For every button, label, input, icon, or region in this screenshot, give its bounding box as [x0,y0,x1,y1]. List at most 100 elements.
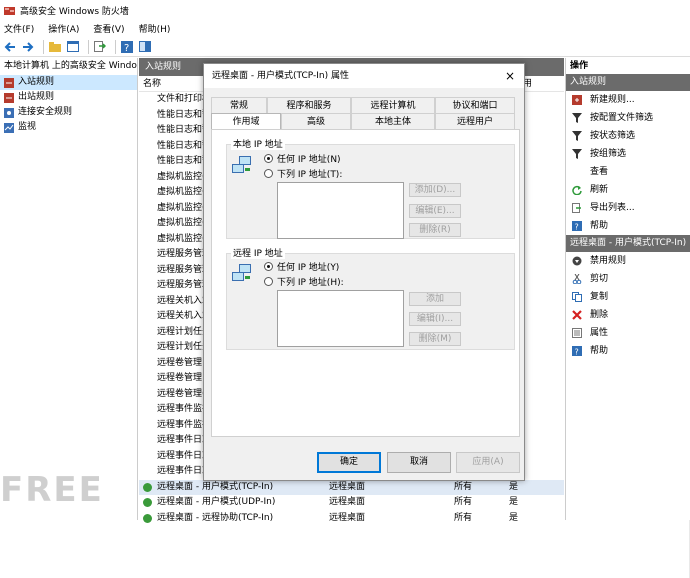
rule-group: 远程桌面 [329,481,366,492]
rule-row[interactable]: 远程桌面 - 用户模式(UDP-In) 远程桌面 所有 是 [139,495,564,511]
action-item[interactable]: 属性 [566,324,690,342]
menu-view[interactable]: 查看(V) [93,22,124,35]
action-item[interactable]: 按组筛选 [566,145,690,163]
monitoring-icon [4,122,14,133]
action-label: 导出列表... [590,203,635,213]
close-icon[interactable]: × [505,64,515,88]
action-item[interactable]: 剪切 [566,270,690,288]
remote-edit-button[interactable]: 编辑(I)... [409,312,461,326]
filter-icon [572,113,582,123]
remote-these-ip-radio[interactable]: 下列 IP 地址(H): [264,275,344,288]
action-item[interactable]: 刷新 [566,181,690,199]
tab-remote-users[interactable]: 远程用户 [435,113,515,129]
console-tree: 本地计算机 上的高级安全 Windo 入站规则 出站规则 连接安全规则 监视 [0,58,138,520]
action-item[interactable]: 查看 [566,163,690,181]
action-item[interactable]: 删除 [566,306,690,324]
action-item[interactable]: 禁用规则 [566,252,690,270]
new-rule-icon [572,95,582,105]
radio-empty-icon [264,277,273,286]
export-list-icon [572,203,581,213]
action-item[interactable]: ? 帮助 [566,342,690,360]
window-title: 高级安全 Windows 防火墙 [20,6,129,17]
local-edit-button[interactable]: 编辑(E)... [409,204,461,218]
apply-button[interactable]: 应用(A) [456,452,520,473]
menu-action[interactable]: 操作(A) [48,22,79,35]
local-ip-list[interactable] [277,182,404,239]
rule-enabled-icon [143,513,152,523]
local-add-button[interactable]: 添加(D)... [409,183,461,197]
local-remove-button[interactable]: 删除(R) [409,223,461,237]
action-item[interactable]: 按状态筛选 [566,127,690,145]
refresh-icon [572,185,582,195]
ok-button[interactable]: 确定 [317,452,381,473]
view-icon [572,167,582,177]
action-item[interactable]: 新建规则... [566,91,690,109]
actions-section-rule[interactable]: 远程桌面 - 用户模式(TCP-In) [566,235,690,252]
properties-icon [572,328,582,338]
tree-item-connection-security[interactable]: 连接安全规则 [0,105,137,120]
toolbar-divider [43,39,44,54]
actions-pane: 操作 入站规则 新建规则... 按配置文件筛选 按状态筛选 按组筛选 查看 刷新 导出列表.… [565,58,690,520]
export-icon[interactable] [93,40,107,54]
remote-ip-list[interactable] [277,290,404,347]
tab-remote-computers[interactable]: 远程计算机 [351,97,435,113]
action-label: 查看 [590,167,609,177]
tab-programs-services[interactable]: 程序和服务 [267,97,351,113]
rule-name: 远程桌面 - 用户模式(UDP-In) [157,497,276,507]
action-item[interactable]: ? 帮助 [566,217,690,235]
network-computers-icon [232,156,251,173]
rule-enabled: 是 [509,497,519,507]
tab-row-2: 作用域 高级 本地主体 远程用户 [211,113,515,129]
actions-section-inbound[interactable]: 入站规则 [566,74,690,91]
rule-name: 远程卷管理( [157,388,206,399]
remote-any-ip-radio[interactable]: 任何 IP 地址(Y) [264,260,339,273]
forward-arrow-icon[interactable] [21,40,35,54]
tab-scope[interactable]: 作用域 [211,113,281,129]
svg-text:?: ? [575,348,579,357]
rule-profile: 所有 [454,512,473,523]
rule-enabled: 是 [509,512,519,523]
help-icon: ? [572,221,582,231]
console-tree-icon[interactable] [66,40,80,54]
cancel-button[interactable]: 取消 [387,452,451,473]
title-bar: 高级安全 Windows 防火墙 [0,0,690,20]
action-item[interactable]: 复制 [566,288,690,306]
rule-group: 远程桌面 [329,512,366,523]
menu-help[interactable]: 帮助(H) [139,22,171,35]
tab-protocols-ports[interactable]: 协议和端口 [435,97,515,113]
disable-rule-icon [572,256,582,266]
action-label: 复制 [590,292,609,302]
local-any-ip-radio[interactable]: 任何 IP 地址(N) [264,152,341,165]
action-label: 新建规则... [590,95,635,105]
action-label: 属性 [590,328,609,338]
action-item[interactable]: 按配置文件筛选 [566,109,690,127]
show-hide-pane-icon[interactable] [138,40,152,54]
radio-empty-icon [264,169,273,178]
rule-row[interactable]: 远程桌面 - 用户模式(TCP-In) 远程桌面 所有 是 [139,479,564,495]
rule-name: 虚拟机监控( [157,187,206,197]
back-arrow-icon[interactable] [3,40,17,54]
tab-advanced[interactable]: 高级 [281,113,351,129]
tree-root[interactable]: 本地计算机 上的高级安全 Windo [0,58,137,75]
filter-icon [572,149,582,159]
tree-item-monitoring[interactable]: 监视 [0,120,137,135]
rule-row[interactable]: 远程桌面 - 远程协助(TCP-In) 远程桌面 所有 是 [139,511,564,527]
local-these-ip-radio[interactable]: 下列 IP 地址(T): [264,167,342,180]
help-icon[interactable]: ? [120,40,134,54]
tab-local-principals[interactable]: 本地主体 [351,113,435,129]
rule-enabled: 是 [509,481,519,492]
help-icon: ? [572,346,582,356]
remote-remove-button[interactable]: 删除(M) [409,332,461,346]
remote-add-button[interactable]: 添加 [409,292,461,306]
rule-group: 远程桌面 [329,497,366,507]
tree-item-outbound[interactable]: 出站规则 [0,90,137,105]
folder-up-icon[interactable] [48,40,62,54]
tree-item-inbound[interactable]: 入站规则 [0,75,137,90]
outbound-rules-icon [4,92,14,103]
action-item[interactable]: 导出列表... [566,199,690,217]
tab-general[interactable]: 常规 [211,97,267,113]
menu-file[interactable]: 文件(F) [4,22,34,35]
rule-name: 远程卷管理 - [157,357,209,368]
toolbar-divider [115,39,116,54]
svg-text:?: ? [124,43,129,53]
